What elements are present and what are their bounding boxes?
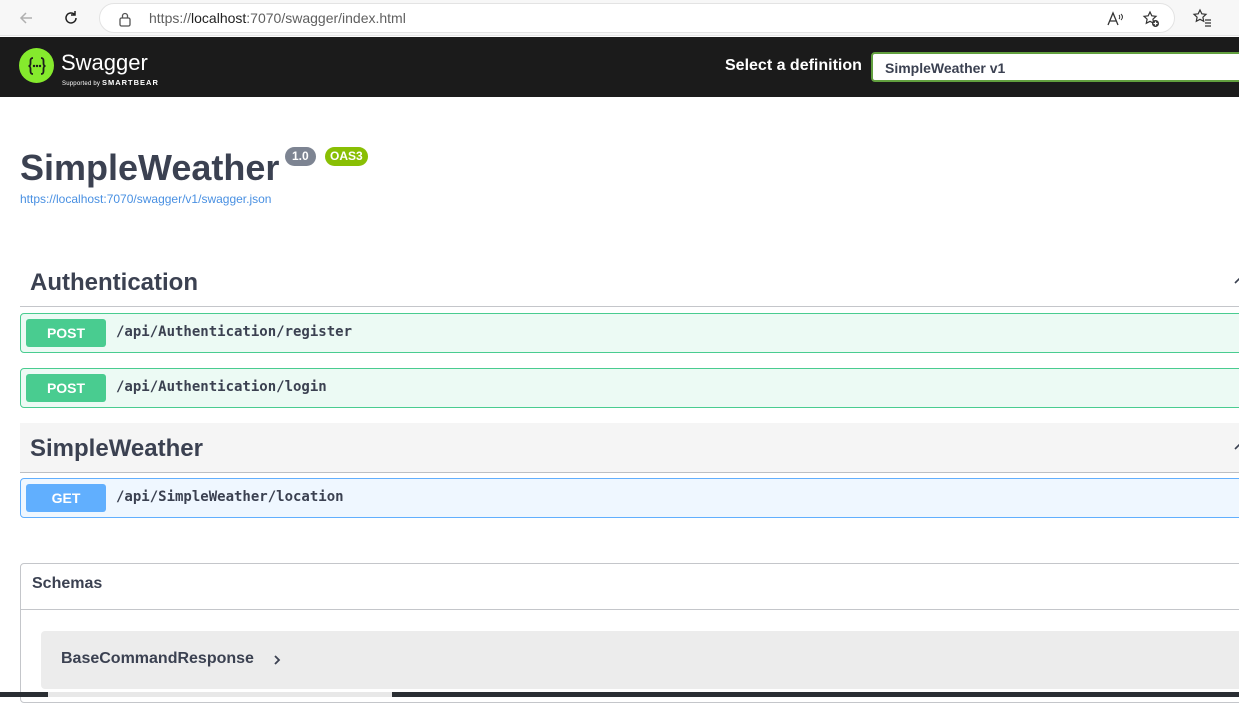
operation-path: /api/SimpleWeather/location xyxy=(116,489,344,505)
api-title: SimpleWeather xyxy=(20,147,280,188)
model-name: BaseCommandResponse xyxy=(61,650,254,667)
swagger-topbar: Swagger Supported by SMARTBEAR Select a … xyxy=(0,37,1239,97)
schemas-title: Schemas xyxy=(32,575,103,592)
logo-subtitle: Supported by SMARTBEAR xyxy=(62,78,159,87)
swagger-logo-icon[interactable] xyxy=(19,48,54,83)
operation-path: /api/Authentication/register xyxy=(116,324,353,340)
logo-title: Swagger xyxy=(61,50,148,75)
browser-toolbar: https://localhost:7070/swagger/index.htm… xyxy=(0,0,1239,36)
refresh-button[interactable] xyxy=(58,5,84,31)
url-host: localhost xyxy=(191,10,247,26)
star-plus-icon xyxy=(1142,10,1159,27)
collapse-arrow-icon xyxy=(1234,443,1239,450)
url-text: https://localhost:7070/swagger/index.htm… xyxy=(149,10,406,26)
operation-login[interactable]: POST /api/Authentication/login xyxy=(20,368,1239,408)
read-aloud-icon xyxy=(1107,11,1123,26)
version-badge: 1.0 xyxy=(285,147,316,166)
tag-name: SimpleWeather xyxy=(30,435,203,462)
logo-sub-brand: SMARTBEAR xyxy=(101,78,159,87)
definition-label: Select a definition xyxy=(725,57,862,74)
back-button[interactable] xyxy=(13,5,39,31)
braces-icon xyxy=(27,56,46,75)
operation-location[interactable]: GET /api/SimpleWeather/location xyxy=(20,478,1239,518)
url-path: :7070/swagger/index.html xyxy=(246,10,406,26)
lock-icon xyxy=(119,12,131,27)
tag-name: Authentication xyxy=(30,269,198,296)
arrow-left-icon xyxy=(19,12,32,24)
tag-simpleweather[interactable]: SimpleWeather xyxy=(20,423,1239,473)
schemas-section: Schemas BaseCommandResponse xyxy=(20,563,1239,703)
collapse-arrow-icon xyxy=(1234,277,1239,284)
oas-badge: OAS3 xyxy=(325,147,368,166)
taskbar-segment xyxy=(48,692,392,697)
taskbar-strip xyxy=(0,692,1239,697)
method-badge: POST xyxy=(26,374,106,402)
spec-url-link[interactable]: https://localhost:7070/swagger/v1/swagge… xyxy=(20,192,271,206)
method-badge: GET xyxy=(26,484,106,512)
favorites-list-icon xyxy=(1192,8,1211,27)
address-bar[interactable]: https://localhost:7070/swagger/index.htm… xyxy=(99,3,1175,33)
tag-authentication[interactable]: Authentication xyxy=(20,257,1239,307)
add-favorite-button[interactable] xyxy=(1142,10,1160,28)
method-badge: POST xyxy=(26,319,106,347)
operation-register[interactable]: POST /api/Authentication/register xyxy=(20,313,1239,353)
schemas-header[interactable]: Schemas xyxy=(21,564,1239,610)
read-aloud-button[interactable] xyxy=(1106,10,1124,28)
main-content: SimpleWeather 1.0 OAS3 https://localhost… xyxy=(0,97,1239,703)
definition-select[interactable]: SimpleWeather v1 xyxy=(871,52,1239,82)
logo-sub-prefix: Supported by xyxy=(62,81,101,87)
model-base-command-response[interactable]: BaseCommandResponse xyxy=(41,631,1239,689)
favorites-button[interactable] xyxy=(1190,6,1214,30)
url-prefix: https:// xyxy=(149,10,192,26)
operation-path: /api/Authentication/login xyxy=(116,379,327,395)
chevron-right-icon xyxy=(274,655,281,665)
refresh-icon xyxy=(65,11,77,24)
